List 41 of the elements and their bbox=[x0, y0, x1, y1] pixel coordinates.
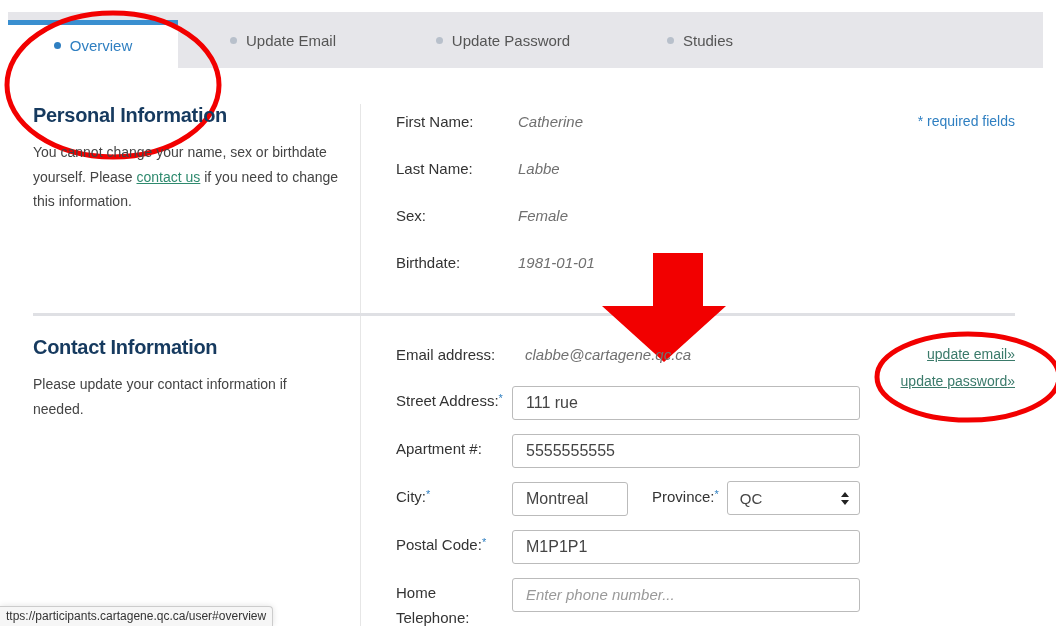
field-label: Home Telephone: bbox=[396, 584, 470, 626]
up-down-arrows-icon bbox=[841, 491, 849, 505]
field-label: Province: bbox=[652, 488, 715, 505]
field-label: City: bbox=[396, 488, 426, 505]
field-value: Labbe bbox=[518, 159, 560, 177]
input-field[interactable]: M1P1P1 bbox=[512, 530, 860, 564]
input-field[interactable]: Enter phone number... bbox=[512, 578, 860, 612]
status-url: ttps://participants.cartagene.qc.ca/user#overview bbox=[0, 606, 274, 626]
input-field[interactable]: 5555555555 bbox=[512, 434, 860, 468]
bullet-icon bbox=[666, 36, 674, 44]
input-field[interactable]: Montreal bbox=[512, 482, 628, 516]
tab[interactable]: Update Email bbox=[178, 12, 388, 68]
bullet-icon bbox=[229, 36, 237, 44]
bullet-icon bbox=[435, 36, 443, 44]
required-asterisk: * bbox=[714, 488, 719, 500]
tab[interactable]: Overview bbox=[8, 20, 178, 68]
required-note: * required fields bbox=[917, 112, 1015, 131]
required-asterisk: * bbox=[426, 488, 431, 500]
field-label: Apartment #: bbox=[396, 440, 482, 457]
select-field[interactable]: QC bbox=[726, 481, 860, 515]
field-label: First Name: bbox=[396, 112, 475, 130]
section-heading: Contact Information bbox=[33, 336, 219, 358]
field-label: Birthdate: bbox=[396, 253, 462, 271]
field-value: Female bbox=[518, 206, 569, 224]
required-asterisk: * bbox=[481, 536, 487, 548]
field-label: Email address: bbox=[396, 345, 497, 363]
contact-link[interactable]: contact us bbox=[136, 168, 201, 185]
input-field[interactable]: 111 rue bbox=[512, 386, 860, 420]
tab[interactable]: Studies bbox=[618, 12, 782, 68]
update-link[interactable]: update email» bbox=[927, 344, 1015, 364]
tab[interactable]: Update Password bbox=[388, 12, 618, 68]
field-value: 1981-01-01 bbox=[518, 253, 595, 271]
field-label: Sex: bbox=[396, 206, 427, 224]
description-text: Please update your contact information if needed. bbox=[33, 375, 288, 419]
field-label: Last Name: bbox=[396, 159, 474, 177]
update-link[interactable]: update password» bbox=[900, 371, 1015, 391]
field-value: Catherine bbox=[518, 112, 584, 130]
required-asterisk: * bbox=[498, 392, 503, 404]
bullet-icon bbox=[53, 42, 61, 49]
field-label: Street Address: bbox=[396, 392, 499, 409]
field-label: Postal Code: bbox=[396, 536, 482, 553]
